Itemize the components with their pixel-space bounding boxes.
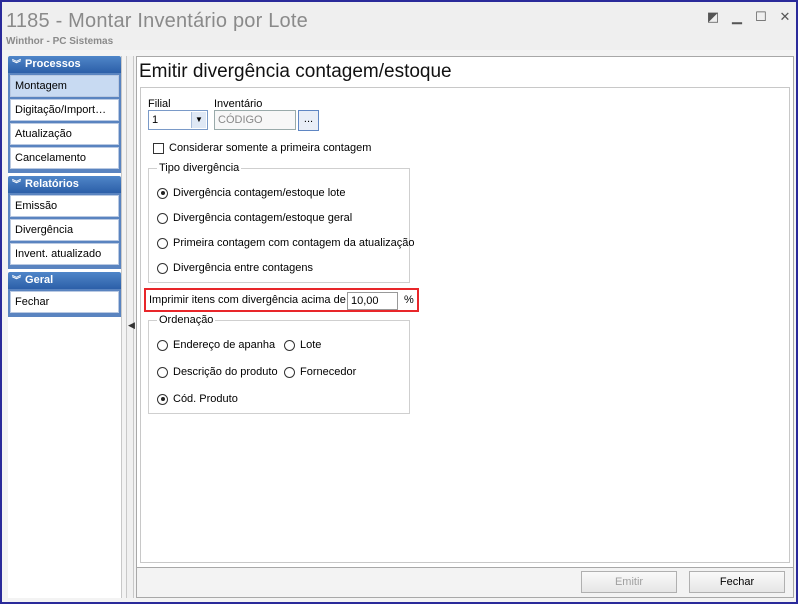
radio-button[interactable]	[157, 366, 168, 378]
minimize-icon[interactable]: ▁	[730, 10, 744, 24]
filial-select[interactable]: 1 ▼	[148, 110, 208, 130]
tipo-divergencia-legend: Tipo divergência	[157, 162, 242, 174]
radio-label: Endereço de apanha	[173, 339, 276, 351]
radio-button[interactable]	[157, 339, 168, 351]
sidebar-splitter[interactable]: ◀	[126, 56, 135, 598]
sidebar-item-digitacao[interactable]: Digitação/Import…	[10, 99, 119, 121]
filial-label: Filial	[148, 98, 171, 110]
sidebar-group-geral: ︾ Geral Fechar	[8, 272, 121, 317]
sidebar-item-montagem[interactable]: Montagem	[10, 75, 119, 97]
app-window: 1185 - Montar Inventário por Lote Wintho…	[0, 0, 798, 604]
inventario-label: Inventário	[214, 98, 263, 110]
collapse-chevron-icon: ︾	[12, 59, 22, 69]
footer-bar: Emitir Fechar	[136, 568, 794, 598]
radio-label: Descrição do produto	[173, 366, 278, 378]
imprimir-label: Imprimir itens com divergência acima de	[149, 294, 346, 306]
radio-button[interactable]	[157, 262, 168, 274]
radio-label: Divergência contagem/estoque geral	[173, 212, 353, 224]
radio-label: Cód. Produto	[173, 393, 238, 405]
radio-button[interactable]	[284, 339, 295, 351]
inventario-lookup-button[interactable]: ...	[298, 110, 319, 131]
radio-button[interactable]	[284, 366, 295, 378]
sidebar-group-header-processos[interactable]: ︾ Processos	[8, 56, 121, 73]
group-title: Geral	[25, 274, 54, 286]
group-items: Montagem Digitação/Import… Atualização C…	[8, 73, 121, 173]
checkbox-box[interactable]	[153, 142, 164, 154]
radio-divergencia-geral[interactable]: Divergência contagem/estoque geral	[157, 212, 352, 224]
dropdown-arrow-icon[interactable]: ▼	[191, 112, 206, 128]
radio-label: Divergência contagem/estoque lote	[173, 187, 346, 199]
radio-lote[interactable]: Lote	[284, 339, 321, 351]
inventario-input[interactable]: CÓDIGO	[214, 110, 296, 130]
radio-descricao-produto[interactable]: Descrição do produto	[157, 366, 278, 378]
ordenacao-group: Ordenação Endereço de apanha Lote Descri…	[148, 314, 410, 414]
page-title: Emitir divergência contagem/estoque	[139, 61, 452, 82]
sidebar-item-atualizacao[interactable]: Atualização	[10, 123, 119, 145]
sidebar: ︾ Processos Montagem Digitação/Import… At…	[8, 56, 122, 598]
radio-label: Divergência entre contagens	[173, 262, 314, 274]
radio-button[interactable]	[157, 393, 168, 405]
window-title: 1185 - Montar Inventário por Lote	[6, 10, 308, 32]
percent-sign: %	[404, 294, 414, 306]
sidebar-group-processos: ︾ Processos Montagem Digitação/Import… At…	[8, 56, 121, 173]
sidebar-group-header-geral[interactable]: ︾ Geral	[8, 272, 121, 289]
collapse-chevron-icon: ︾	[12, 275, 22, 285]
radio-label: Fornecedor	[300, 366, 357, 378]
fechar-button[interactable]: Fechar	[689, 571, 785, 593]
sidebar-item-cancelamento[interactable]: Cancelamento	[10, 147, 119, 169]
restore-icon[interactable]: ◩	[706, 10, 720, 24]
sidebar-item-fechar[interactable]: Fechar	[10, 291, 119, 313]
radio-button[interactable]	[157, 212, 168, 224]
radio-button[interactable]	[157, 187, 168, 199]
sidebar-group-relatorios: ︾ Relatórios Emissão Divergência Invent. …	[8, 176, 121, 269]
main-panel: Emitir divergência contagem/estoque Fili…	[136, 56, 794, 568]
close-icon[interactable]: ✕	[778, 10, 792, 24]
radio-label: Primeira contagem com contagem da atuali…	[173, 237, 415, 249]
checkbox-label: Considerar somente a primeira contagem	[169, 142, 372, 154]
radio-button[interactable]	[157, 237, 168, 249]
sidebar-group-header-relatorios[interactable]: ︾ Relatórios	[8, 176, 121, 193]
divergencia-percent-input[interactable]: 10,00	[347, 292, 398, 310]
window-subtitle: Winthor - PC Sistemas	[6, 36, 114, 47]
maximize-icon[interactable]: ☐	[754, 10, 768, 24]
imprimir-divergencia-row: Imprimir itens com divergência acima de …	[144, 288, 419, 312]
ordenacao-legend: Ordenação	[157, 314, 216, 326]
tipo-divergencia-group: Tipo divergência Divergência contagem/es…	[148, 162, 415, 283]
emitir-button[interactable]: Emitir	[581, 571, 677, 593]
radio-divergencia-lote[interactable]: Divergência contagem/estoque lote	[157, 187, 345, 199]
filial-value: 1	[152, 114, 159, 126]
group-title: Relatórios	[25, 178, 79, 190]
group-title: Processos	[25, 58, 81, 70]
window-controls: ◩ ▁ ☐ ✕	[706, 10, 792, 24]
sidebar-item-emissao[interactable]: Emissão	[10, 195, 119, 217]
radio-endereco-apanha[interactable]: Endereço de apanha	[157, 339, 275, 351]
radio-cod-produto[interactable]: Cód. Produto	[157, 393, 238, 405]
radio-label: Lote	[300, 339, 322, 351]
collapse-left-icon[interactable]: ◀	[128, 320, 135, 331]
collapse-chevron-icon: ︾	[12, 179, 22, 189]
radio-entre-contagens[interactable]: Divergência entre contagens	[157, 262, 313, 274]
group-items: Fechar	[8, 289, 121, 317]
primeira-contagem-checkbox[interactable]: Considerar somente a primeira contagem	[153, 142, 371, 154]
sidebar-item-divergencia[interactable]: Divergência	[10, 219, 119, 241]
sidebar-item-invent-atualizado[interactable]: Invent. atualizado	[10, 243, 119, 265]
group-items: Emissão Divergência Invent. atualizado	[8, 193, 121, 269]
title-bar: 1185 - Montar Inventário por Lote Wintho…	[2, 2, 796, 50]
form-content: Filial 1 ▼ Inventário CÓDIGO ... Conside…	[140, 87, 790, 563]
radio-primeira-contagem[interactable]: Primeira contagem com contagem da atuali…	[157, 237, 415, 249]
radio-fornecedor[interactable]: Fornecedor	[284, 366, 356, 378]
